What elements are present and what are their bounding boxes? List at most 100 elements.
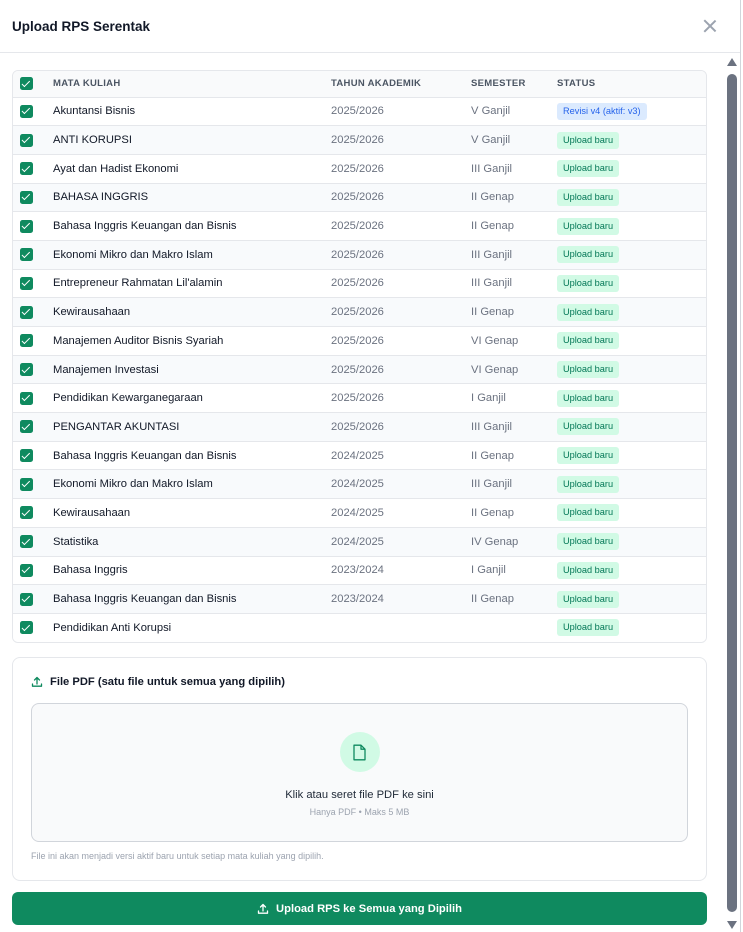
- row-checkbox[interactable]: [20, 391, 33, 405]
- table-row[interactable]: Akuntansi Bisnis 2025/2026 V Ganjil Revisi …: [13, 97, 706, 127]
- table-row[interactable]: Bahasa Inggris Keuangan dan Bisnis 2023/2…: [13, 584, 706, 614]
- status-badge: Upload baru: [557, 303, 620, 321]
- cell-status: Upload baru: [557, 498, 706, 528]
- cell-tahun-akademik: 2025/2026: [331, 97, 471, 127]
- cell-mata-kuliah: Manajemen Auditor Bisnis Syariah: [53, 326, 331, 356]
- status-badge: Upload baru: [557, 504, 620, 522]
- table-header-row: MATA KULIAH TAHUN AKADEMIK SEMESTER STAT…: [13, 71, 706, 98]
- cell-mata-kuliah: Ayat dan Hadist Ekonomi: [53, 154, 331, 184]
- cell-semester: VI Genap: [471, 326, 557, 356]
- table-row[interactable]: Ayat dan Hadist Ekonomi 2025/2026 III Ganj…: [13, 154, 706, 184]
- row-check-cell: [13, 326, 53, 356]
- row-checkbox[interactable]: [20, 305, 33, 319]
- table-row[interactable]: Ekonomi Mikro dan Makro Islam 2024/2025 II…: [13, 469, 706, 500]
- file-icon-circle: [339, 732, 380, 773]
- status-badge: Upload baru: [557, 217, 620, 235]
- upload-icon: [257, 903, 269, 914]
- pdf-dropzone[interactable]: Klik atau seret file PDF ke sini Hanya P…: [31, 703, 688, 843]
- row-check-cell: [13, 297, 53, 327]
- table-row[interactable]: Manajemen Investasi 2025/2026 VI Genap Uplo…: [13, 355, 706, 385]
- row-checkbox[interactable]: [20, 535, 33, 549]
- cell-mata-kuliah: Entrepreneur Rahmatan Lil'alamin: [53, 269, 331, 299]
- cell-mata-kuliah: Bahasa Inggris Keuangan dan Bisnis: [53, 584, 331, 614]
- modal-content: MATA KULIAH TAHUN AKADEMIK SEMESTER STAT…: [12, 70, 707, 882]
- row-check-cell: [13, 441, 53, 471]
- row-checkbox[interactable]: [20, 592, 33, 606]
- row-checkbox[interactable]: [20, 276, 33, 290]
- row-checkbox[interactable]: [20, 563, 33, 577]
- cell-mata-kuliah: Pendidikan Anti Korupsi: [53, 613, 331, 643]
- row-checkbox[interactable]: [20, 104, 33, 118]
- close-icon[interactable]: [702, 18, 718, 34]
- cell-semester: I Ganjil: [471, 383, 557, 414]
- row-check-cell: [13, 383, 53, 414]
- cell-status: Upload baru: [557, 355, 706, 385]
- table-row[interactable]: Entrepreneur Rahmatan Lil'alamin 2025/202…: [13, 269, 706, 299]
- cell-tahun-akademik: 2025/2026: [331, 297, 471, 327]
- table-row[interactable]: Kewirausahaan 2024/2025 II Genap Upload bar…: [13, 498, 706, 528]
- table-row[interactable]: Bahasa Inggris 2023/2024 I Ganjil Upload ba…: [13, 556, 706, 586]
- row-checkbox[interactable]: [20, 449, 33, 463]
- row-checkbox[interactable]: [20, 477, 33, 491]
- upload-all-button[interactable]: Upload RPS ke Semua yang Dipilih: [12, 892, 707, 925]
- status-badge: Upload baru: [557, 389, 620, 407]
- select-all-checkbox[interactable]: [20, 77, 33, 91]
- row-check-cell: [13, 527, 53, 557]
- pdf-upload-label-text: File PDF (satu file untuk semua yang dip…: [50, 676, 285, 689]
- cell-semester: II Genap: [471, 584, 557, 614]
- cell-semester: II Genap: [471, 183, 557, 213]
- table-row[interactable]: Statistika 2024/2025 IV Genap Upload baru: [13, 527, 706, 557]
- cell-mata-kuliah: Manajemen Investasi: [53, 355, 331, 385]
- cell-semester: III Ganjil: [471, 412, 557, 442]
- status-badge: Upload baru: [557, 533, 620, 551]
- status-badge: Upload baru: [557, 131, 620, 149]
- row-checkbox[interactable]: [20, 133, 33, 147]
- pdf-upload-label: File PDF (satu file untuk semua yang dip…: [31, 676, 688, 688]
- table-row[interactable]: PENGANTAR AKUNTASI 2025/2026 III Ganjil Upl…: [13, 412, 706, 442]
- row-checkbox[interactable]: [20, 248, 33, 262]
- cell-status: Upload baru: [557, 383, 706, 414]
- scrollbar[interactable]: [726, 58, 738, 932]
- table-row[interactable]: Bahasa Inggris Keuangan dan Bisnis 2025/2…: [13, 211, 706, 241]
- row-check-cell: [13, 584, 53, 614]
- cell-status: Upload baru: [557, 527, 706, 557]
- cell-tahun-akademik: 2025/2026: [331, 269, 471, 299]
- table-row[interactable]: Bahasa Inggris Keuangan dan Bisnis 2024/2…: [13, 441, 706, 471]
- row-check-cell: [13, 97, 53, 127]
- row-checkbox[interactable]: [20, 334, 33, 348]
- cell-semester: [471, 613, 557, 643]
- scroll-down-arrow-icon[interactable]: [727, 921, 737, 929]
- row-checkbox[interactable]: [20, 420, 33, 434]
- row-check-cell: [13, 355, 53, 385]
- table-row[interactable]: Manajemen Auditor Bisnis Syariah 2025/202…: [13, 326, 706, 356]
- row-checkbox[interactable]: [20, 506, 33, 520]
- table-row[interactable]: BAHASA INGGRIS 2025/2026 II Genap Upload ba…: [13, 183, 706, 213]
- cell-status: Upload baru: [557, 469, 706, 500]
- cell-status: Upload baru: [557, 183, 706, 213]
- row-checkbox[interactable]: [20, 219, 33, 233]
- row-checkbox[interactable]: [20, 190, 33, 204]
- course-table: MATA KULIAH TAHUN AKADEMIK SEMESTER STAT…: [12, 70, 707, 644]
- cell-semester: V Ganjil: [471, 125, 557, 155]
- row-check-cell: [13, 613, 53, 643]
- cell-status: Revisi v4 (aktif: v3): [557, 97, 706, 127]
- cell-tahun-akademik: 2025/2026: [331, 183, 471, 213]
- table-row[interactable]: Kewirausahaan 2025/2026 II Genap Upload bar…: [13, 297, 706, 327]
- row-checkbox[interactable]: [20, 162, 33, 176]
- row-checkbox[interactable]: [20, 363, 33, 377]
- table-row[interactable]: Pendidikan Kewarganegaraan 2025/2026 I Gan…: [13, 383, 706, 414]
- row-checkbox[interactable]: [20, 621, 33, 635]
- cell-status: Upload baru: [557, 240, 706, 270]
- header-tahun-akademik: TAHUN AKADEMIK: [331, 71, 471, 98]
- cell-tahun-akademik: 2025/2026: [331, 412, 471, 442]
- table-row[interactable]: Pendidikan Anti Korupsi Upload baru: [13, 613, 706, 643]
- table-row[interactable]: Ekonomi Mikro dan Makro Islam 2025/2026 II…: [13, 240, 706, 270]
- status-badge: Upload baru: [557, 274, 620, 292]
- table-row[interactable]: ANTI KORUPSI 2025/2026 V Ganjil Upload baru: [13, 125, 706, 155]
- cell-tahun-akademik: 2024/2025: [331, 441, 471, 471]
- cell-status: Upload baru: [557, 326, 706, 356]
- scroll-up-arrow-icon[interactable]: [727, 58, 737, 66]
- row-check-cell: [13, 412, 53, 442]
- scroll-thumb[interactable]: [727, 74, 737, 912]
- cell-mata-kuliah: Statistika: [53, 527, 331, 557]
